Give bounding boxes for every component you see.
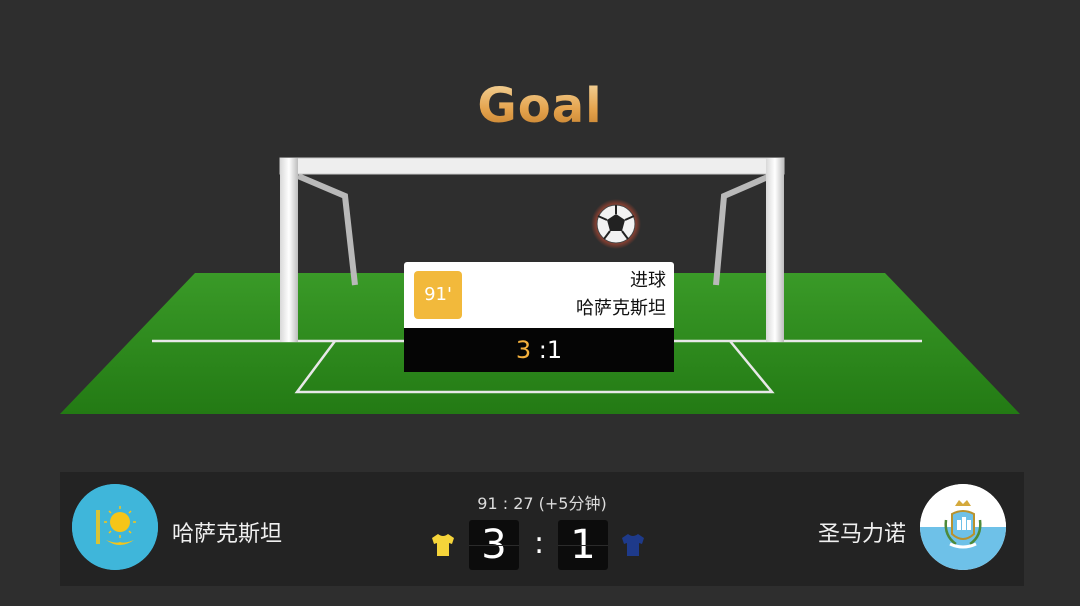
home-kit-icon bbox=[432, 534, 454, 556]
scoreboard-bar: 哈萨克斯坦 91 : 27 (+5分钟) 3 : 1 圣马力诺 bbox=[60, 472, 1024, 586]
event-score: 3 :1 bbox=[404, 328, 674, 372]
goal-crossbar bbox=[279, 157, 785, 175]
goal-animation-stage: Goal 91' 进球 哈萨克斯坦 3:1 哈萨克斯坦 91: 27 (+5… bbox=[0, 0, 1080, 606]
away-kit-icon bbox=[622, 534, 644, 556]
event-team-label: 哈萨克斯坦 bbox=[576, 298, 666, 319]
event-card-header: 91' 进球 哈萨克斯坦 bbox=[404, 262, 674, 328]
away-team-name: 圣马力诺 bbox=[817, 522, 906, 547]
goal-event-card: 91' 进球 哈萨克斯坦 3 :1 bbox=[404, 262, 674, 372]
soccer-ball-icon bbox=[591, 199, 641, 249]
home-score: 3 bbox=[469, 520, 519, 570]
event-type-label: 进球 bbox=[630, 270, 666, 291]
goal-left-post bbox=[280, 158, 298, 342]
goal-net-right-support bbox=[713, 173, 772, 286]
score-separator: : bbox=[533, 526, 545, 561]
match-clock: 91 : 27 (+5分钟) bbox=[477, 494, 607, 513]
away-score: 1 bbox=[558, 520, 608, 570]
san-marino-flag-icon bbox=[920, 484, 1006, 570]
home-team-name: 哈萨克斯坦 bbox=[172, 522, 283, 547]
event-minute-badge: 91' bbox=[414, 271, 462, 319]
pitch-scene bbox=[60, 157, 1020, 414]
goal-net-left-support bbox=[296, 173, 358, 286]
event-score-home: 3 bbox=[515, 336, 532, 364]
event-score-away: :1 bbox=[538, 336, 563, 364]
goal-right-post bbox=[766, 158, 784, 342]
